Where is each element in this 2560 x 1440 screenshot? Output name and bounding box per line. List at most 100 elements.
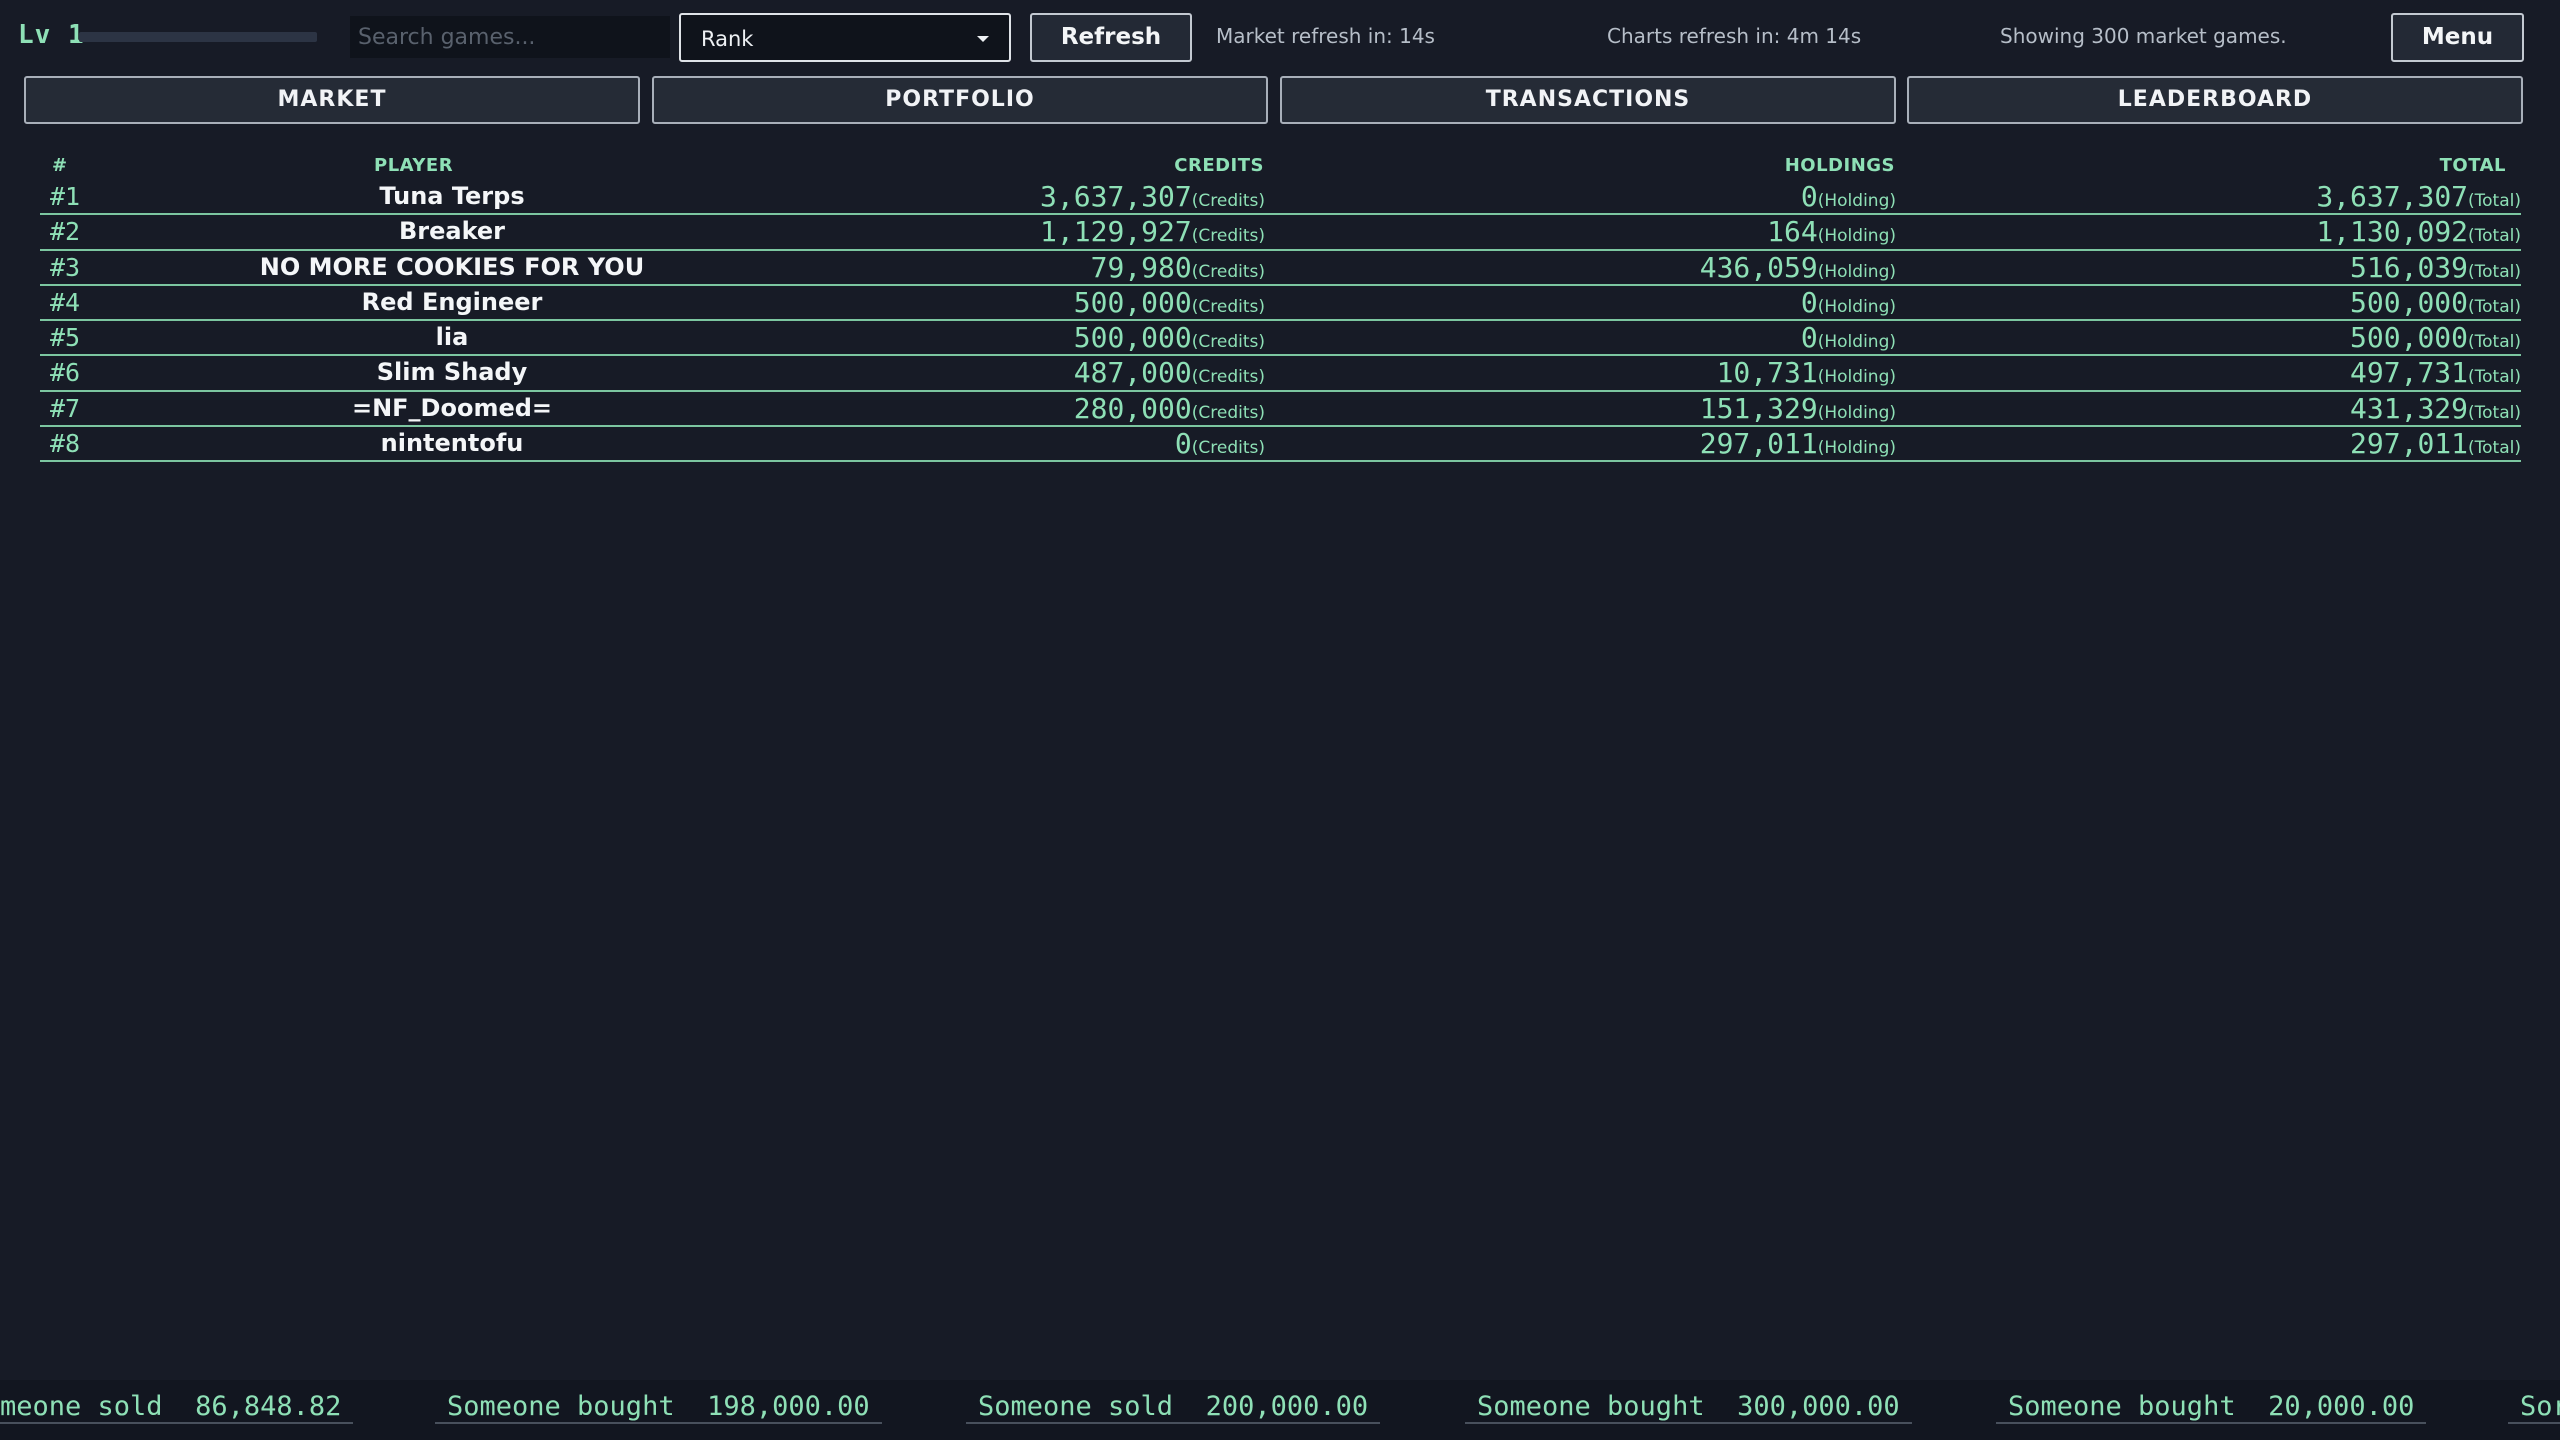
rank-cell: #1 bbox=[50, 182, 81, 211]
credits-value: 280,000 bbox=[1073, 391, 1192, 425]
rank-cell: #5 bbox=[50, 323, 81, 353]
total-cell: 500,000(Total) bbox=[2350, 321, 2521, 354]
table-row: #7 =NF_Doomed= 280,000(Credits) 151,329(Hol… bbox=[40, 391, 2521, 428]
credits-cell: 79,980(Credits) bbox=[1091, 251, 1265, 284]
ticker-item: Someone bought 198,000.00 bbox=[435, 1392, 882, 1424]
holdings-unit: (Holding) bbox=[1817, 296, 1896, 317]
rank-cell: #6 bbox=[50, 358, 81, 388]
holdings-value: 436,059 bbox=[1699, 250, 1818, 284]
holdings-cell: 297,011(Holding) bbox=[1700, 427, 1896, 460]
charts-refresh-timer: Charts refresh in: 4m 14s bbox=[1607, 24, 1862, 48]
table-row: #8 nintentofu 0(Credits) 297,011(Holding) 29… bbox=[40, 427, 2521, 463]
rank-cell: #3 bbox=[50, 252, 81, 282]
main-tabs: MARKET PORTFOLIO TRANSACTIONS LEADERBOAR… bbox=[24, 76, 2524, 124]
credits-unit: (Credits) bbox=[1191, 226, 1265, 247]
total-cell: 431,329(Total) bbox=[2350, 392, 2521, 425]
total-cell: 3,637,307(Total) bbox=[2316, 180, 2521, 213]
holdings-unit: (Holding) bbox=[1817, 226, 1896, 247]
column-header-rank: # bbox=[52, 155, 68, 176]
holdings-cell: 151,329(Holding) bbox=[1700, 392, 1896, 425]
credits-value: 0 bbox=[1174, 427, 1192, 461]
credits-unit: (Credits) bbox=[1191, 438, 1265, 459]
holdings-cell: 164(Holding) bbox=[1767, 215, 1896, 248]
credits-value: 500,000 bbox=[1073, 321, 1192, 355]
credits-cell: 0(Credits) bbox=[1175, 427, 1265, 460]
total-cell: 500,000(Total) bbox=[2350, 286, 2521, 319]
credits-cell: 500,000(Credits) bbox=[1074, 321, 1265, 354]
holdings-value: 10,731 bbox=[1716, 356, 1818, 390]
table-row: #4 Red Engineer 500,000(Credits) 0(Holding)… bbox=[40, 285, 2521, 322]
player-name: =NF_Doomed= bbox=[351, 393, 553, 422]
refresh-button[interactable]: Refresh bbox=[1030, 13, 1192, 62]
table-body: #1 Tuna Terps 3,637,307(Credits) 0(Holding)… bbox=[40, 180, 2521, 463]
total-value: 3,637,307 bbox=[2316, 180, 2469, 213]
tab-transactions[interactable]: TRANSACTIONS bbox=[1280, 76, 1896, 124]
total-unit: (Total) bbox=[2468, 402, 2521, 423]
holdings-value: 0 bbox=[1800, 285, 1818, 319]
holdings-cell: 10,731(Holding) bbox=[1717, 356, 1896, 389]
ticker-item: Sor bbox=[2508, 1392, 2560, 1424]
credits-cell: 487,000(Credits) bbox=[1074, 356, 1265, 389]
holdings-unit: (Holding) bbox=[1817, 367, 1896, 388]
player-name: Breaker bbox=[398, 217, 506, 246]
rank-cell: #7 bbox=[50, 393, 81, 423]
total-unit: (Total) bbox=[2468, 296, 2521, 317]
column-header-player: PLAYER bbox=[374, 155, 454, 176]
table-row: #6 Slim Shady 487,000(Credits) 10,731(Holdi… bbox=[40, 356, 2521, 392]
holdings-unit: (Holding) bbox=[1817, 261, 1896, 282]
ticker-item: Someone bought 20,000.00 bbox=[1996, 1392, 2427, 1424]
player-name: nintentofu bbox=[380, 429, 524, 458]
player-name: Slim Shady bbox=[376, 358, 528, 387]
credits-unit: (Credits) bbox=[1191, 296, 1265, 317]
ticker-item: Someone bought 300,000.00 bbox=[1465, 1392, 1912, 1424]
total-unit: (Total) bbox=[2468, 438, 2521, 459]
level-label: Lv 1 bbox=[18, 20, 85, 50]
credits-value: 1,129,927 bbox=[1040, 215, 1192, 249]
table-header: # PLAYER CREDITS HOLDINGS TOTAL bbox=[40, 150, 2521, 180]
leaderboard-table: # PLAYER CREDITS HOLDINGS TOTAL #1 Tuna T… bbox=[40, 150, 2521, 463]
holdings-cell: 0(Holding) bbox=[1801, 180, 1896, 213]
table-row: #1 Tuna Terps 3,637,307 (Credits) 0(Holding)… bbox=[40, 180, 2521, 216]
holdings-value: 164 bbox=[1767, 215, 1818, 249]
total-unit: (Total) bbox=[2468, 191, 2521, 211]
search-input[interactable] bbox=[350, 16, 670, 58]
menu-button[interactable]: Menu bbox=[2391, 13, 2524, 62]
total-value: 297,011 bbox=[2350, 427, 2469, 461]
total-cell: 497,731(Total) bbox=[2350, 356, 2521, 389]
xp-progress-bar bbox=[79, 32, 317, 42]
total-value: 500,000 bbox=[2350, 285, 2469, 319]
total-cell: 516,039(Total) bbox=[2350, 251, 2521, 284]
holdings-value: 0 bbox=[1800, 180, 1818, 213]
player-name: lia bbox=[435, 323, 469, 352]
player-name: Red Engineer bbox=[361, 287, 543, 316]
tab-leaderboard[interactable]: LEADERBOARD bbox=[1907, 76, 2523, 124]
holdings-unit: (Holding) bbox=[1817, 402, 1896, 423]
holdings-unit: (Holding) bbox=[1817, 438, 1896, 459]
holdings-cell: 0(Holding) bbox=[1801, 321, 1896, 354]
player-name: NO MORE COOKIES FOR YOU bbox=[259, 252, 645, 281]
total-value: 1,130,092 bbox=[2316, 215, 2469, 249]
total-unit: (Total) bbox=[2468, 367, 2521, 388]
total-value: 516,039 bbox=[2350, 250, 2469, 284]
credits-cell: 500,000(Credits) bbox=[1074, 286, 1265, 319]
credits-unit: (Credits) bbox=[1191, 191, 1265, 211]
credits-unit: (Credits) bbox=[1191, 332, 1265, 353]
holdings-unit: (Holding) bbox=[1817, 332, 1896, 353]
tab-portfolio[interactable]: PORTFOLIO bbox=[652, 76, 1268, 124]
column-header-credits: CREDITS bbox=[1174, 155, 1264, 176]
total-value: 431,329 bbox=[2350, 391, 2469, 425]
trade-ticker: meone sold 86,848.82 Someone bought 198,… bbox=[0, 1380, 2560, 1440]
total-cell: 297,011(Total) bbox=[2350, 427, 2521, 460]
total-unit: (Total) bbox=[2468, 332, 2521, 353]
credits-value: 500,000 bbox=[1073, 285, 1192, 319]
table-row: #3 NO MORE COOKIES FOR YOU 79,980(Credits)… bbox=[40, 251, 2521, 286]
rank-cell: #2 bbox=[50, 217, 81, 247]
tab-market[interactable]: MARKET bbox=[24, 76, 640, 124]
credits-cell: 1,129,927(Credits) bbox=[1040, 215, 1265, 248]
holdings-unit: (Holding) bbox=[1817, 191, 1896, 211]
market-refresh-timer: Market refresh in: 14s bbox=[1216, 24, 1435, 48]
ticker-item: meone sold 86,848.82 bbox=[0, 1392, 354, 1424]
table-row: #5 lia 500,000(Credits) 0(Holding) 500,000(T… bbox=[40, 321, 2521, 357]
player-name: Tuna Terps bbox=[379, 182, 525, 210]
sort-select[interactable]: Rank bbox=[679, 13, 1011, 62]
